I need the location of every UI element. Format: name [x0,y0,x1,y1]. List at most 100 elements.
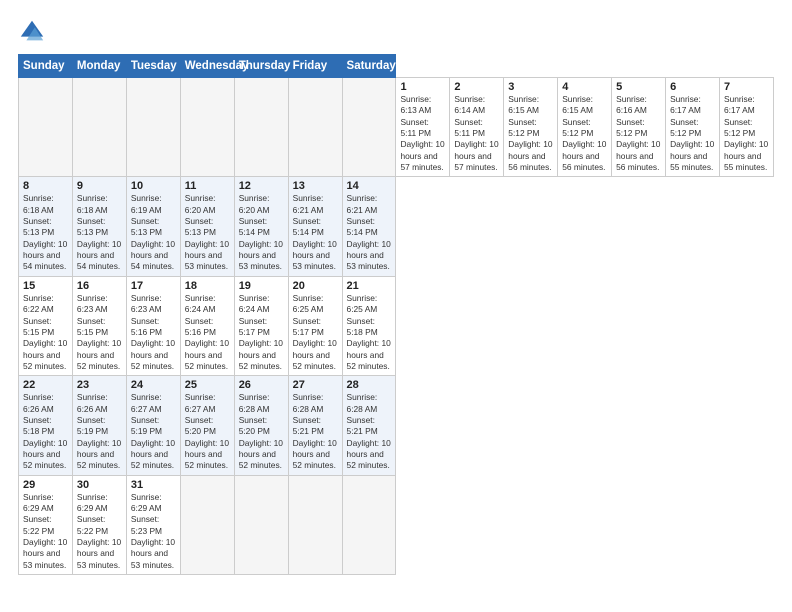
day-info: Sunrise: 6:24 AMSunset: 5:16 PMDaylight:… [185,293,229,371]
day-info: Sunrise: 6:29 AMSunset: 5:23 PMDaylight:… [131,492,175,570]
day-info: Sunrise: 6:15 AMSunset: 5:12 PMDaylight:… [562,94,606,172]
calendar-cell [234,475,288,574]
day-info: Sunrise: 6:29 AMSunset: 5:22 PMDaylight:… [77,492,121,570]
calendar-header-wednesday: Wednesday [180,55,234,78]
calendar-header-friday: Friday [288,55,342,78]
day-number: 9 [77,180,122,192]
day-number: 6 [670,81,715,93]
day-number: 13 [293,180,338,192]
calendar-week-row: 1Sunrise: 6:13 AMSunset: 5:11 PMDaylight… [19,78,774,177]
day-info: Sunrise: 6:22 AMSunset: 5:15 PMDaylight:… [23,293,67,371]
day-number: 10 [131,180,176,192]
calendar-cell: 5Sunrise: 6:16 AMSunset: 5:12 PMDaylight… [612,78,666,177]
day-number: 16 [77,280,122,292]
calendar-cell [288,78,342,177]
calendar-cell: 20Sunrise: 6:25 AMSunset: 5:17 PMDayligh… [288,276,342,375]
day-info: Sunrise: 6:26 AMSunset: 5:19 PMDaylight:… [77,392,121,470]
day-number: 30 [77,479,122,491]
calendar-week-row: 22Sunrise: 6:26 AMSunset: 5:18 PMDayligh… [19,376,774,475]
day-number: 28 [347,379,392,391]
calendar-header-monday: Monday [72,55,126,78]
calendar-cell: 28Sunrise: 6:28 AMSunset: 5:21 PMDayligh… [342,376,396,475]
calendar-cell: 29Sunrise: 6:29 AMSunset: 5:22 PMDayligh… [19,475,73,574]
calendar-header-tuesday: Tuesday [126,55,180,78]
calendar-cell: 21Sunrise: 6:25 AMSunset: 5:18 PMDayligh… [342,276,396,375]
day-info: Sunrise: 6:17 AMSunset: 5:12 PMDaylight:… [724,94,768,172]
calendar-cell: 4Sunrise: 6:15 AMSunset: 5:12 PMDaylight… [558,78,612,177]
calendar-cell: 19Sunrise: 6:24 AMSunset: 5:17 PMDayligh… [234,276,288,375]
calendar-cell: 3Sunrise: 6:15 AMSunset: 5:12 PMDaylight… [504,78,558,177]
day-number: 19 [239,280,284,292]
calendar-cell [288,475,342,574]
calendar-cell [234,78,288,177]
calendar-cell: 18Sunrise: 6:24 AMSunset: 5:16 PMDayligh… [180,276,234,375]
day-info: Sunrise: 6:14 AMSunset: 5:11 PMDaylight:… [454,94,498,172]
calendar-cell: 16Sunrise: 6:23 AMSunset: 5:15 PMDayligh… [72,276,126,375]
calendar-week-row: 15Sunrise: 6:22 AMSunset: 5:15 PMDayligh… [19,276,774,375]
calendar-cell: 31Sunrise: 6:29 AMSunset: 5:23 PMDayligh… [126,475,180,574]
day-number: 31 [131,479,176,491]
calendar-header-sunday: Sunday [19,55,73,78]
day-info: Sunrise: 6:27 AMSunset: 5:19 PMDaylight:… [131,392,175,470]
day-number: 12 [239,180,284,192]
day-info: Sunrise: 6:28 AMSunset: 5:21 PMDaylight:… [293,392,337,470]
calendar-cell: 30Sunrise: 6:29 AMSunset: 5:22 PMDayligh… [72,475,126,574]
calendar-cell [342,78,396,177]
calendar-cell: 14Sunrise: 6:21 AMSunset: 5:14 PMDayligh… [342,177,396,276]
calendar-cell: 22Sunrise: 6:26 AMSunset: 5:18 PMDayligh… [19,376,73,475]
day-info: Sunrise: 6:20 AMSunset: 5:13 PMDaylight:… [185,193,229,271]
calendar-cell: 13Sunrise: 6:21 AMSunset: 5:14 PMDayligh… [288,177,342,276]
calendar-cell: 8Sunrise: 6:18 AMSunset: 5:13 PMDaylight… [19,177,73,276]
calendar-cell: 7Sunrise: 6:17 AMSunset: 5:12 PMDaylight… [719,78,773,177]
calendar-cell: 12Sunrise: 6:20 AMSunset: 5:14 PMDayligh… [234,177,288,276]
calendar: SundayMondayTuesdayWednesdayThursdayFrid… [18,54,774,575]
calendar-body: 1Sunrise: 6:13 AMSunset: 5:11 PMDaylight… [19,78,774,575]
logo [18,18,48,46]
day-number: 14 [347,180,392,192]
day-info: Sunrise: 6:23 AMSunset: 5:15 PMDaylight:… [77,293,121,371]
day-info: Sunrise: 6:28 AMSunset: 5:21 PMDaylight:… [347,392,391,470]
day-number: 11 [185,180,230,192]
calendar-cell: 15Sunrise: 6:22 AMSunset: 5:15 PMDayligh… [19,276,73,375]
day-number: 2 [454,81,499,93]
calendar-cell: 9Sunrise: 6:18 AMSunset: 5:13 PMDaylight… [72,177,126,276]
day-number: 5 [616,81,661,93]
day-info: Sunrise: 6:29 AMSunset: 5:22 PMDaylight:… [23,492,67,570]
calendar-cell: 26Sunrise: 6:28 AMSunset: 5:20 PMDayligh… [234,376,288,475]
calendar-header-thursday: Thursday [234,55,288,78]
day-info: Sunrise: 6:18 AMSunset: 5:13 PMDaylight:… [77,193,121,271]
day-number: 24 [131,379,176,391]
calendar-cell: 25Sunrise: 6:27 AMSunset: 5:20 PMDayligh… [180,376,234,475]
calendar-cell [126,78,180,177]
calendar-cell: 1Sunrise: 6:13 AMSunset: 5:11 PMDaylight… [396,78,450,177]
day-number: 3 [508,81,553,93]
day-number: 23 [77,379,122,391]
day-number: 21 [347,280,392,292]
day-number: 25 [185,379,230,391]
calendar-cell [342,475,396,574]
day-number: 22 [23,379,68,391]
day-info: Sunrise: 6:20 AMSunset: 5:14 PMDaylight:… [239,193,283,271]
day-info: Sunrise: 6:17 AMSunset: 5:12 PMDaylight:… [670,94,714,172]
day-info: Sunrise: 6:25 AMSunset: 5:17 PMDaylight:… [293,293,337,371]
calendar-cell: 23Sunrise: 6:26 AMSunset: 5:19 PMDayligh… [72,376,126,475]
calendar-cell: 27Sunrise: 6:28 AMSunset: 5:21 PMDayligh… [288,376,342,475]
day-number: 4 [562,81,607,93]
day-number: 17 [131,280,176,292]
day-info: Sunrise: 6:15 AMSunset: 5:12 PMDaylight:… [508,94,552,172]
page-container: SundayMondayTuesdayWednesdayThursdayFrid… [0,0,792,612]
day-number: 29 [23,479,68,491]
calendar-week-row: 29Sunrise: 6:29 AMSunset: 5:22 PMDayligh… [19,475,774,574]
day-number: 20 [293,280,338,292]
day-info: Sunrise: 6:24 AMSunset: 5:17 PMDaylight:… [239,293,283,371]
day-info: Sunrise: 6:19 AMSunset: 5:13 PMDaylight:… [131,193,175,271]
calendar-week-row: 8Sunrise: 6:18 AMSunset: 5:13 PMDaylight… [19,177,774,276]
day-number: 27 [293,379,338,391]
calendar-cell [180,475,234,574]
calendar-header-row: SundayMondayTuesdayWednesdayThursdayFrid… [19,55,774,78]
day-info: Sunrise: 6:21 AMSunset: 5:14 PMDaylight:… [347,193,391,271]
calendar-cell [19,78,73,177]
calendar-cell: 10Sunrise: 6:19 AMSunset: 5:13 PMDayligh… [126,177,180,276]
day-number: 15 [23,280,68,292]
day-info: Sunrise: 6:21 AMSunset: 5:14 PMDaylight:… [293,193,337,271]
